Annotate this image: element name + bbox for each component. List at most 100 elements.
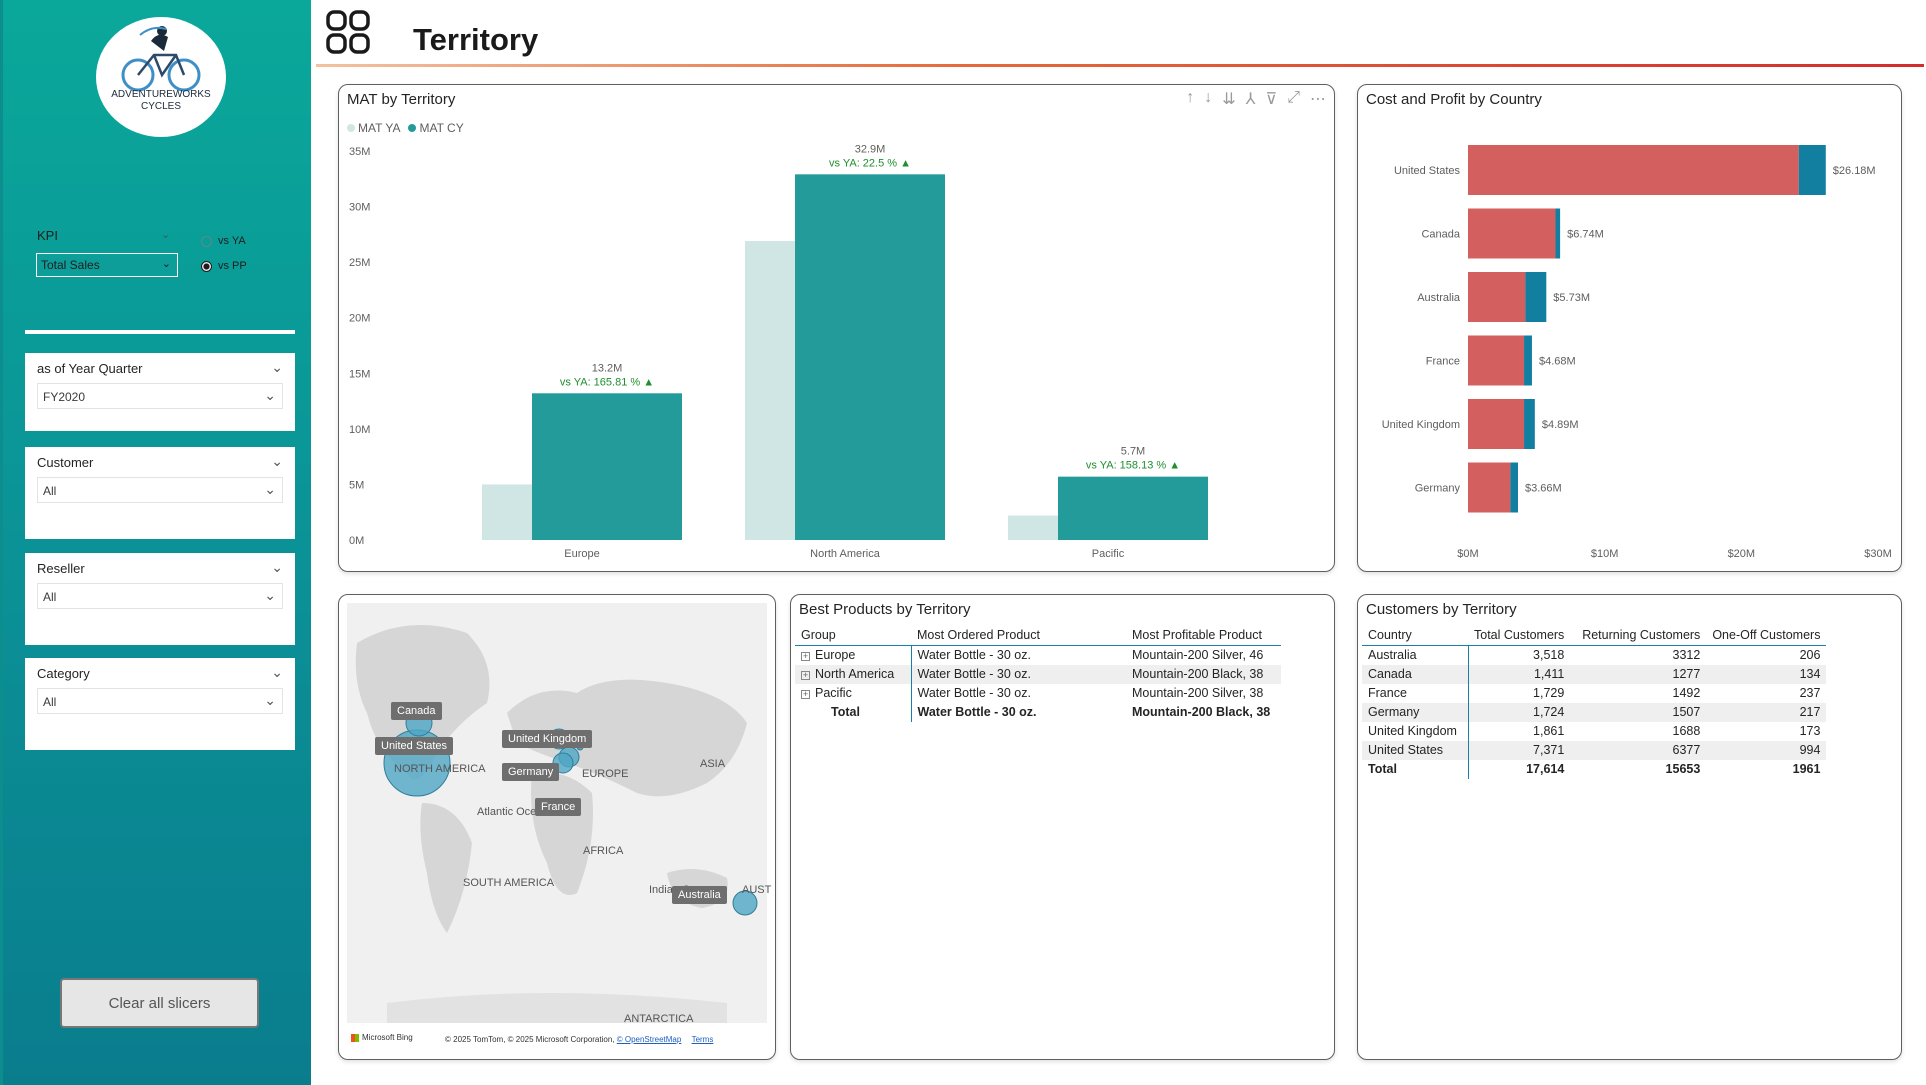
- chevron-down-icon[interactable]: ⌄: [271, 359, 283, 376]
- map-label-atlantic: Atlantic Oce: [477, 806, 537, 818]
- slicer-reseller[interactable]: Reseller ⌄ All ⌄: [25, 553, 295, 645]
- openstreetmap-link[interactable]: © OpenStreetMap: [617, 1035, 682, 1044]
- vs-ya-label: vs YA: 22.5 % ▲: [829, 157, 911, 169]
- bar-cost: [1468, 272, 1526, 322]
- terms-link[interactable]: Terms: [692, 1035, 714, 1044]
- logo-line-2: CYCLES: [140, 101, 181, 112]
- table-row[interactable]: France 1,729 1492 237: [1362, 683, 1826, 703]
- bar-mat-ya: [482, 484, 532, 540]
- radio-vs-ya[interactable]: vs YA: [201, 235, 246, 247]
- oneoff-cell: 1961: [1792, 762, 1821, 776]
- y-tick-label: 35M: [349, 146, 370, 158]
- slicer-customer[interactable]: Customer ⌄ All ⌄: [25, 447, 295, 539]
- total-data-label: $26.18M: [1833, 165, 1876, 177]
- mat-by-territory-card[interactable]: MAT by Territory ↑ ↓ ⇊ ⅄ ⊽ ⤢ ⋯ MAT YA MA…: [338, 84, 1335, 572]
- bar-cost: [1468, 399, 1525, 449]
- total-data-label: $4.68M: [1539, 356, 1576, 368]
- slicer-dropdown[interactable]: All ⌄: [37, 583, 283, 609]
- bar-cost: [1468, 335, 1525, 386]
- bar-profit: [1510, 462, 1519, 513]
- slicer-dropdown[interactable]: All ⌄: [37, 477, 283, 503]
- total-label-cell: Total: [795, 702, 912, 722]
- slicer-category[interactable]: Category ⌄ All ⌄: [25, 658, 295, 750]
- clear-all-slicers-button[interactable]: Clear all slicers: [60, 978, 259, 1028]
- chevron-down-icon[interactable]: ⌄: [271, 559, 283, 576]
- adventureworks-logo: ADVENTUREWORKS CYCLES: [96, 17, 226, 137]
- column-header-returning[interactable]: Returning Customers: [1570, 625, 1707, 646]
- microsoft-logo-icon: [351, 1033, 359, 1042]
- table-row[interactable]: United States 7,371 6377 994: [1362, 740, 1827, 760]
- total-data-label: $3.66M: [1525, 483, 1562, 495]
- column-header-oneoff[interactable]: One-Off Customers: [1706, 625, 1827, 646]
- slicer-title: Category: [37, 666, 90, 681]
- x-tick-label: $20M: [1728, 548, 1756, 560]
- radio-vs-pp[interactable]: vs PP: [201, 260, 247, 272]
- map-label-north-america: NORTH AMERICA: [394, 763, 486, 775]
- table-row[interactable]: Canada 1,411 1277 134: [1362, 664, 1827, 684]
- best-products-card[interactable]: Best Products by Territory Group Most Or…: [790, 594, 1335, 1060]
- table-row[interactable]: United Kingdom 1,861 1688 173: [1362, 721, 1826, 741]
- bar-mat-cy: [532, 393, 682, 540]
- bar-profit: [1524, 399, 1535, 449]
- bing-attribution: Microsoft Bing: [351, 1033, 413, 1042]
- column-header-most-ordered[interactable]: Most Ordered Product: [911, 625, 1126, 646]
- total-cell: 3,518: [1533, 648, 1565, 663]
- x-tick-label: Europe: [564, 548, 599, 560]
- y-category-label: Australia: [1417, 292, 1461, 304]
- cost-profit-card[interactable]: Cost and Profit by Country United States…: [1357, 84, 1902, 572]
- logo-line-1: ADVENTUREWORKS: [111, 89, 211, 100]
- bar-mat-ya: [745, 241, 795, 541]
- country-cell: United Kingdom: [1362, 721, 1469, 741]
- expand-icon[interactable]: +: [801, 671, 810, 680]
- map-label-antarctica: ANTARCTICA: [624, 1013, 694, 1025]
- slicer-title: as of Year Quarter: [37, 361, 143, 376]
- sidebar: ADVENTUREWORKS CYCLES KPI ⌄ Total Sales …: [0, 0, 311, 1085]
- group-label: Pacific: [815, 686, 852, 700]
- chevron-down-icon: ⌄: [264, 587, 276, 603]
- column-header-total[interactable]: Total Customers: [1468, 625, 1571, 646]
- expand-icon[interactable]: +: [801, 690, 810, 699]
- column-header-group[interactable]: Group: [795, 625, 911, 646]
- table-row[interactable]: + North America Water Bottle - 30 oz. Mou…: [795, 664, 1281, 684]
- card-title: Best Products by Territory: [799, 601, 971, 618]
- table-row[interactable]: + Pacific Water Bottle - 30 oz. Mountain-…: [795, 683, 1281, 703]
- column-header-country[interactable]: Country: [1362, 625, 1468, 646]
- table-total-row: Total Water Bottle - 30 oz. Mountain-200…: [795, 702, 1281, 722]
- y-category-label: France: [1426, 356, 1460, 368]
- bar-profit: [1798, 145, 1826, 195]
- total-cell: 17,614: [1526, 762, 1565, 776]
- chevron-down-icon[interactable]: ⌄: [271, 664, 283, 681]
- bar-cost: [1468, 462, 1511, 513]
- oneoff-cell: 217: [1706, 702, 1827, 722]
- table-row[interactable]: Germany 1,724 1507 217: [1362, 702, 1827, 722]
- slicer-value: All: [43, 484, 57, 498]
- y-category-label: United States: [1394, 165, 1461, 177]
- bar-mat-ya: [1008, 515, 1058, 540]
- y-tick-label: 30M: [349, 202, 370, 214]
- table-header-row: Country Total Customers Returning Custom…: [1362, 625, 1827, 646]
- kpi-dropdown[interactable]: Total Sales ⌄: [36, 253, 178, 277]
- radio-label-vs-pp: vs PP: [218, 260, 247, 272]
- table-total-row: Total 17,614 15653 1961: [1362, 759, 1826, 779]
- slicer-value: All: [43, 590, 57, 604]
- mat-bar-chart: 0M 5M 10M 15M 20M 25M 30M 35M 13.2M vs YA: 165.81…: [349, 143, 1208, 560]
- logo-text: ADVENTUREWORKS CYCLES: [96, 89, 226, 113]
- chevron-down-icon[interactable]: ⌄: [271, 453, 283, 470]
- chevron-down-icon[interactable]: ⌄: [161, 228, 170, 241]
- slicer-dropdown[interactable]: FY2020 ⌄: [37, 383, 283, 409]
- slicer-value: FY2020: [43, 390, 86, 404]
- group-label: Europe: [815, 648, 856, 663]
- customers-card[interactable]: Customers by Territory Country Total Cus…: [1357, 594, 1902, 1060]
- table-row[interactable]: + Europe Water Bottle - 30 oz. Mountain-2…: [795, 645, 1281, 665]
- chevron-down-icon: ⌄: [264, 387, 276, 403]
- slicer-year-quarter[interactable]: as of Year Quarter ⌄ FY2020 ⌄: [25, 353, 295, 431]
- country-cell: Australia: [1362, 645, 1469, 665]
- table-row[interactable]: Australia 3,518 3312 206: [1362, 645, 1826, 665]
- group-cell: + Europe: [795, 645, 912, 665]
- kpi-dropdown-value: Total Sales: [41, 258, 100, 272]
- expand-icon[interactable]: +: [801, 652, 810, 662]
- slicer-dropdown[interactable]: All ⌄: [37, 688, 283, 714]
- map-card[interactable]: NORTH AMERICA EUROPE ASIA Atlantic Oce A…: [338, 594, 776, 1060]
- most-profitable-cell: Mountain-200 Silver, 38: [1132, 686, 1264, 700]
- column-header-most-profitable[interactable]: Most Profitable Product: [1126, 625, 1281, 646]
